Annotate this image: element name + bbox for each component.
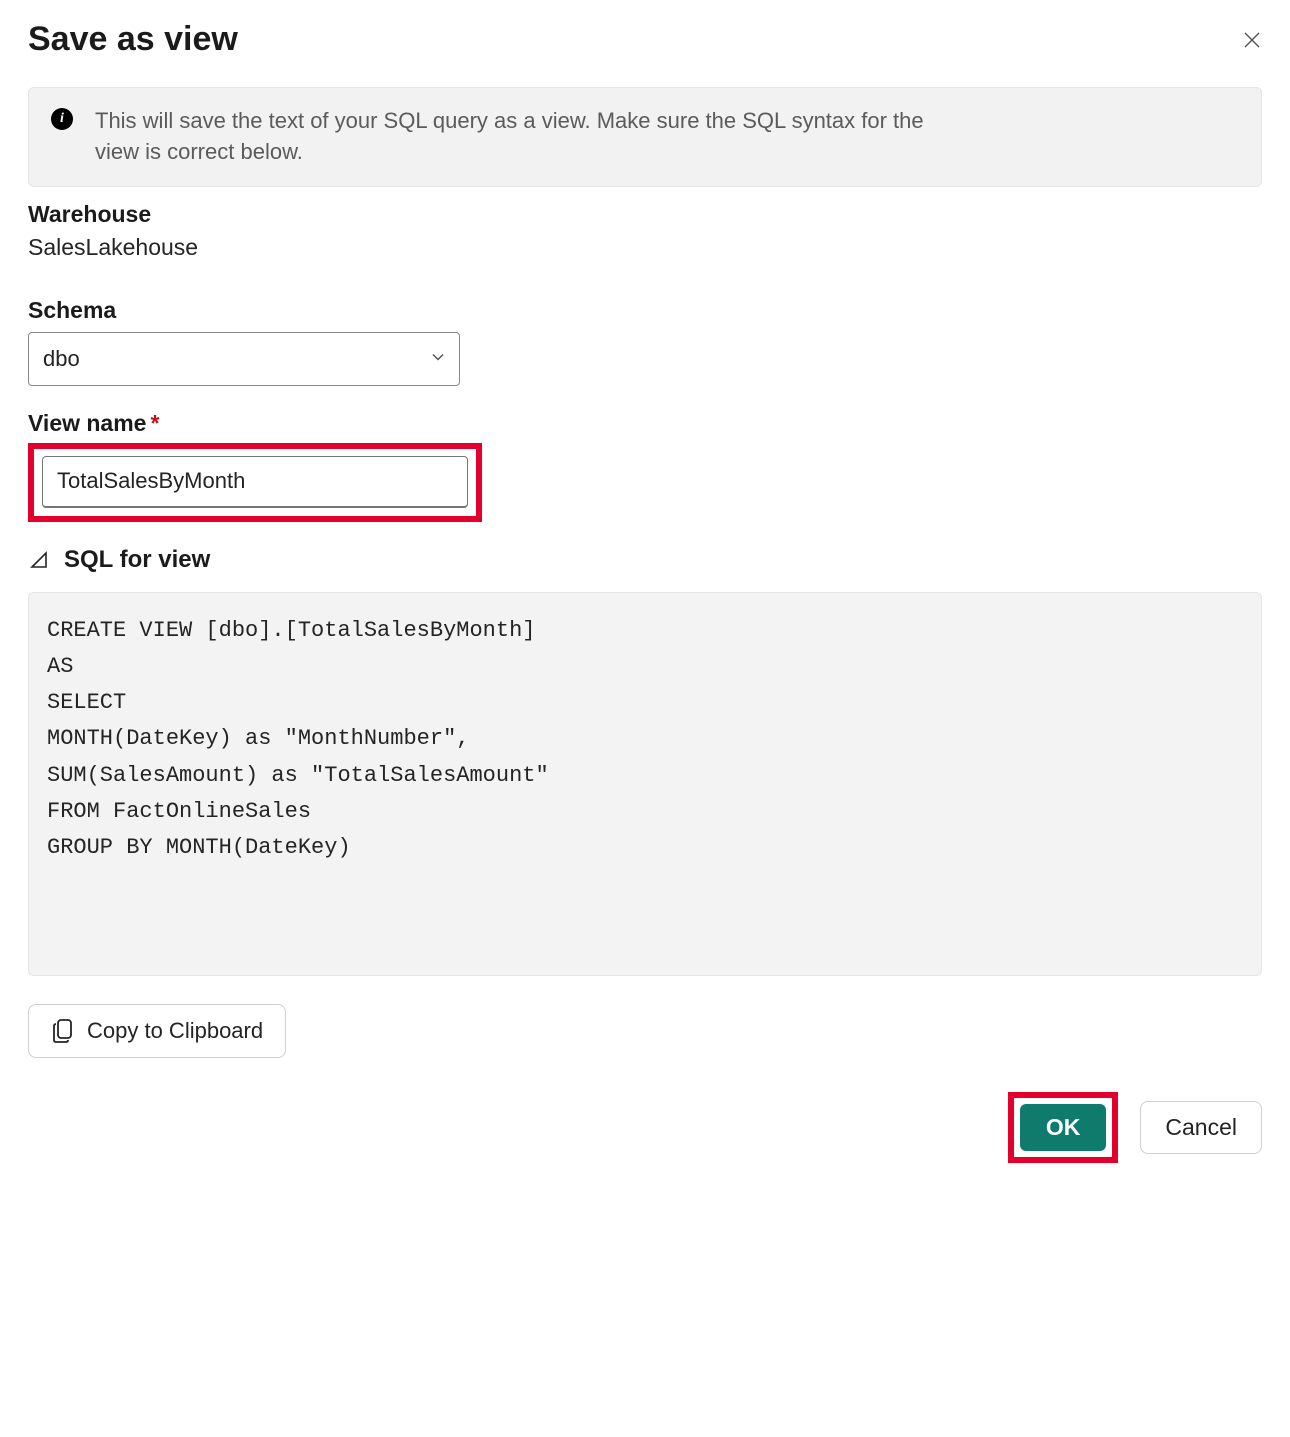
- schema-label: Schema: [28, 297, 1262, 324]
- schema-select[interactable]: dbo: [28, 332, 460, 386]
- cancel-button[interactable]: Cancel: [1140, 1101, 1262, 1154]
- info-text: This will save the text of your SQL quer…: [95, 106, 935, 168]
- info-icon: i: [51, 108, 73, 130]
- view-name-label-text: View name: [28, 410, 146, 436]
- copy-icon: [51, 1017, 75, 1045]
- view-name-label: View name*: [28, 410, 1262, 437]
- view-name-input[interactable]: [42, 456, 468, 508]
- dialog-title: Save as view: [28, 20, 238, 59]
- required-mark: *: [150, 410, 159, 436]
- warehouse-value: SalesLakehouse: [28, 234, 1262, 261]
- copy-to-clipboard-button[interactable]: Copy to Clipboard: [28, 1004, 286, 1058]
- warehouse-label: Warehouse: [28, 201, 1262, 228]
- sql-heading: SQL for view: [64, 546, 210, 574]
- ok-button[interactable]: OK: [1020, 1104, 1107, 1151]
- copy-button-label: Copy to Clipboard: [87, 1018, 263, 1044]
- triangle-icon: [28, 549, 50, 571]
- view-name-highlight: [28, 443, 482, 522]
- sql-code-box: CREATE VIEW [dbo].[TotalSalesByMonth] AS…: [28, 592, 1262, 976]
- close-icon[interactable]: [1242, 30, 1262, 50]
- ok-button-highlight: OK: [1008, 1092, 1119, 1163]
- info-banner: i This will save the text of your SQL qu…: [28, 87, 1262, 187]
